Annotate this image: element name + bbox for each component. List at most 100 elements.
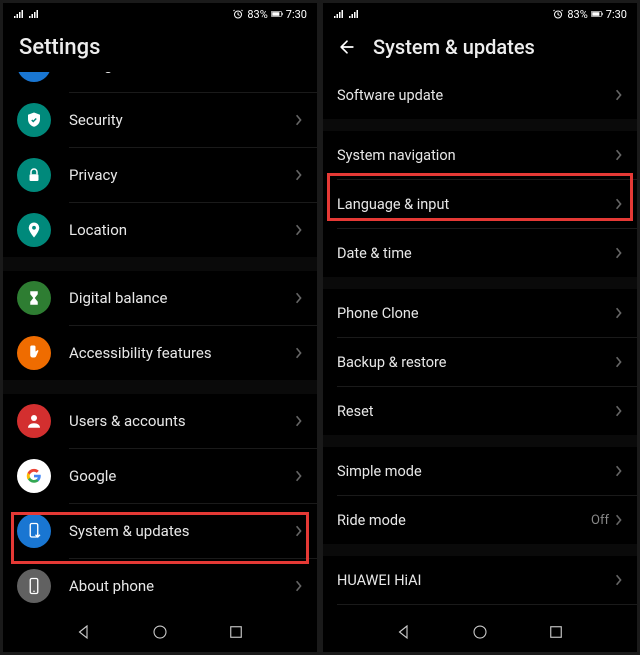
page-title: System & updates: [373, 35, 535, 59]
settings-list[interactable]: Storage Security Privacy Location: [3, 72, 317, 612]
chevron-right-icon: [295, 168, 303, 182]
alarm-icon: [232, 8, 244, 20]
row-label: Phone Clone: [337, 305, 615, 322]
row-label: Users & accounts: [69, 412, 295, 430]
battery-icon: [271, 8, 283, 20]
row-label: Accessibility features: [69, 344, 295, 362]
back-icon[interactable]: [337, 37, 357, 57]
phone-system-updates: 83% 7:30 System & updates Software updat…: [323, 3, 637, 652]
chevron-right-icon: [615, 404, 623, 418]
chevron-right-icon: [615, 513, 623, 527]
row-backup-restore[interactable]: Backup & restore: [323, 338, 637, 386]
signal-icon-2: [348, 9, 360, 19]
row-value: Off: [591, 513, 609, 528]
row-security[interactable]: Security: [3, 93, 317, 147]
battery-text: 83%: [247, 8, 267, 21]
system-list[interactable]: Software update System navigation Langua…: [323, 71, 637, 612]
back-nav-icon[interactable]: [75, 623, 93, 641]
signal-icon-2: [28, 9, 40, 19]
nav-bar: [3, 612, 317, 652]
back-nav-icon[interactable]: [395, 623, 413, 641]
chevron-right-icon: [295, 524, 303, 538]
row-label: Backup & restore: [337, 354, 615, 371]
row-date-time[interactable]: Date & time: [323, 229, 637, 277]
battery-icon: [591, 8, 603, 20]
row-label: Location: [69, 221, 295, 239]
status-bar: 83% 7:30: [323, 3, 637, 25]
row-reset[interactable]: Reset: [323, 387, 637, 435]
chevron-right-icon: [615, 148, 623, 162]
row-users[interactable]: Users & accounts: [3, 394, 317, 448]
chevron-right-icon: [615, 464, 623, 478]
chevron-right-icon: [615, 355, 623, 369]
row-location[interactable]: Location: [3, 203, 317, 257]
person-icon: [17, 404, 51, 438]
row-storage[interactable]: Storage: [3, 72, 317, 92]
row-label: Google: [69, 467, 295, 485]
row-label: System & updates: [69, 522, 295, 540]
google-icon: [17, 459, 51, 493]
battery-text: 83%: [567, 8, 587, 21]
hourglass-icon: [17, 281, 51, 315]
home-nav-icon[interactable]: [471, 623, 489, 641]
row-system-updates[interactable]: System & updates: [3, 504, 317, 558]
row-huawei-hiai[interactable]: HUAWEI HiAI: [323, 556, 637, 604]
row-software-update[interactable]: Software update: [323, 71, 637, 119]
row-accessibility[interactable]: Accessibility features: [3, 326, 317, 380]
lock-icon: [17, 158, 51, 192]
row-label: Software update: [337, 87, 615, 104]
home-nav-icon[interactable]: [151, 623, 169, 641]
row-label: Simple mode: [337, 463, 615, 480]
shield-icon: [17, 103, 51, 137]
row-label: HUAWEI HiAI: [337, 572, 615, 589]
time-text: 7:30: [606, 8, 627, 21]
chevron-right-icon: [615, 88, 623, 102]
row-label: Date & time: [337, 245, 615, 262]
row-label: Language & input: [337, 196, 615, 213]
phone-icon: [17, 569, 51, 603]
storage-icon: [17, 72, 51, 82]
row-label: Security: [69, 111, 295, 129]
chevron-right-icon: [615, 573, 623, 587]
row-privacy[interactable]: Privacy: [3, 148, 317, 202]
chevron-right-icon: [615, 306, 623, 320]
signal-icon: [13, 9, 25, 19]
chevron-right-icon: [295, 346, 303, 360]
signal-icon: [333, 9, 345, 19]
row-system-navigation[interactable]: System navigation: [323, 131, 637, 179]
row-language-input[interactable]: Language & input: [323, 180, 637, 228]
row-label: Privacy: [69, 166, 295, 184]
pin-icon: [17, 213, 51, 247]
recent-nav-icon[interactable]: [227, 623, 245, 641]
header: System & updates: [323, 25, 637, 71]
row-about[interactable]: About phone: [3, 559, 317, 612]
chevron-right-icon: [295, 291, 303, 305]
row-ride-mode[interactable]: Ride mode Off: [323, 496, 637, 544]
row-simple-mode[interactable]: Simple mode: [323, 447, 637, 495]
chevron-right-icon: [615, 246, 623, 260]
chevron-right-icon: [295, 469, 303, 483]
hand-icon: [17, 336, 51, 370]
row-label: Digital balance: [69, 289, 295, 307]
row-label: Reset: [337, 403, 615, 420]
status-bar: 83% 7:30: [3, 3, 317, 25]
row-phone-clone[interactable]: Phone Clone: [323, 289, 637, 337]
phone-settings: 83% 7:30 Settings Storage Security: [3, 3, 317, 652]
row-label: Ride mode: [337, 512, 591, 529]
row-label: Storage: [69, 72, 295, 74]
page-title: Settings: [3, 25, 317, 72]
chevron-right-icon: [295, 113, 303, 127]
phone-update-icon: [17, 514, 51, 548]
recent-nav-icon[interactable]: [547, 623, 565, 641]
nav-bar: [323, 612, 637, 652]
row-label: System navigation: [337, 147, 615, 164]
alarm-icon: [552, 8, 564, 20]
time-text: 7:30: [286, 8, 307, 21]
chevron-right-icon: [295, 579, 303, 593]
row-label: About phone: [69, 577, 295, 595]
chevron-right-icon: [615, 197, 623, 211]
row-google[interactable]: Google: [3, 449, 317, 503]
chevron-right-icon: [295, 414, 303, 428]
row-digital-balance[interactable]: Digital balance: [3, 271, 317, 325]
row-ux-improvement[interactable]: User experience improvement: [323, 605, 637, 612]
